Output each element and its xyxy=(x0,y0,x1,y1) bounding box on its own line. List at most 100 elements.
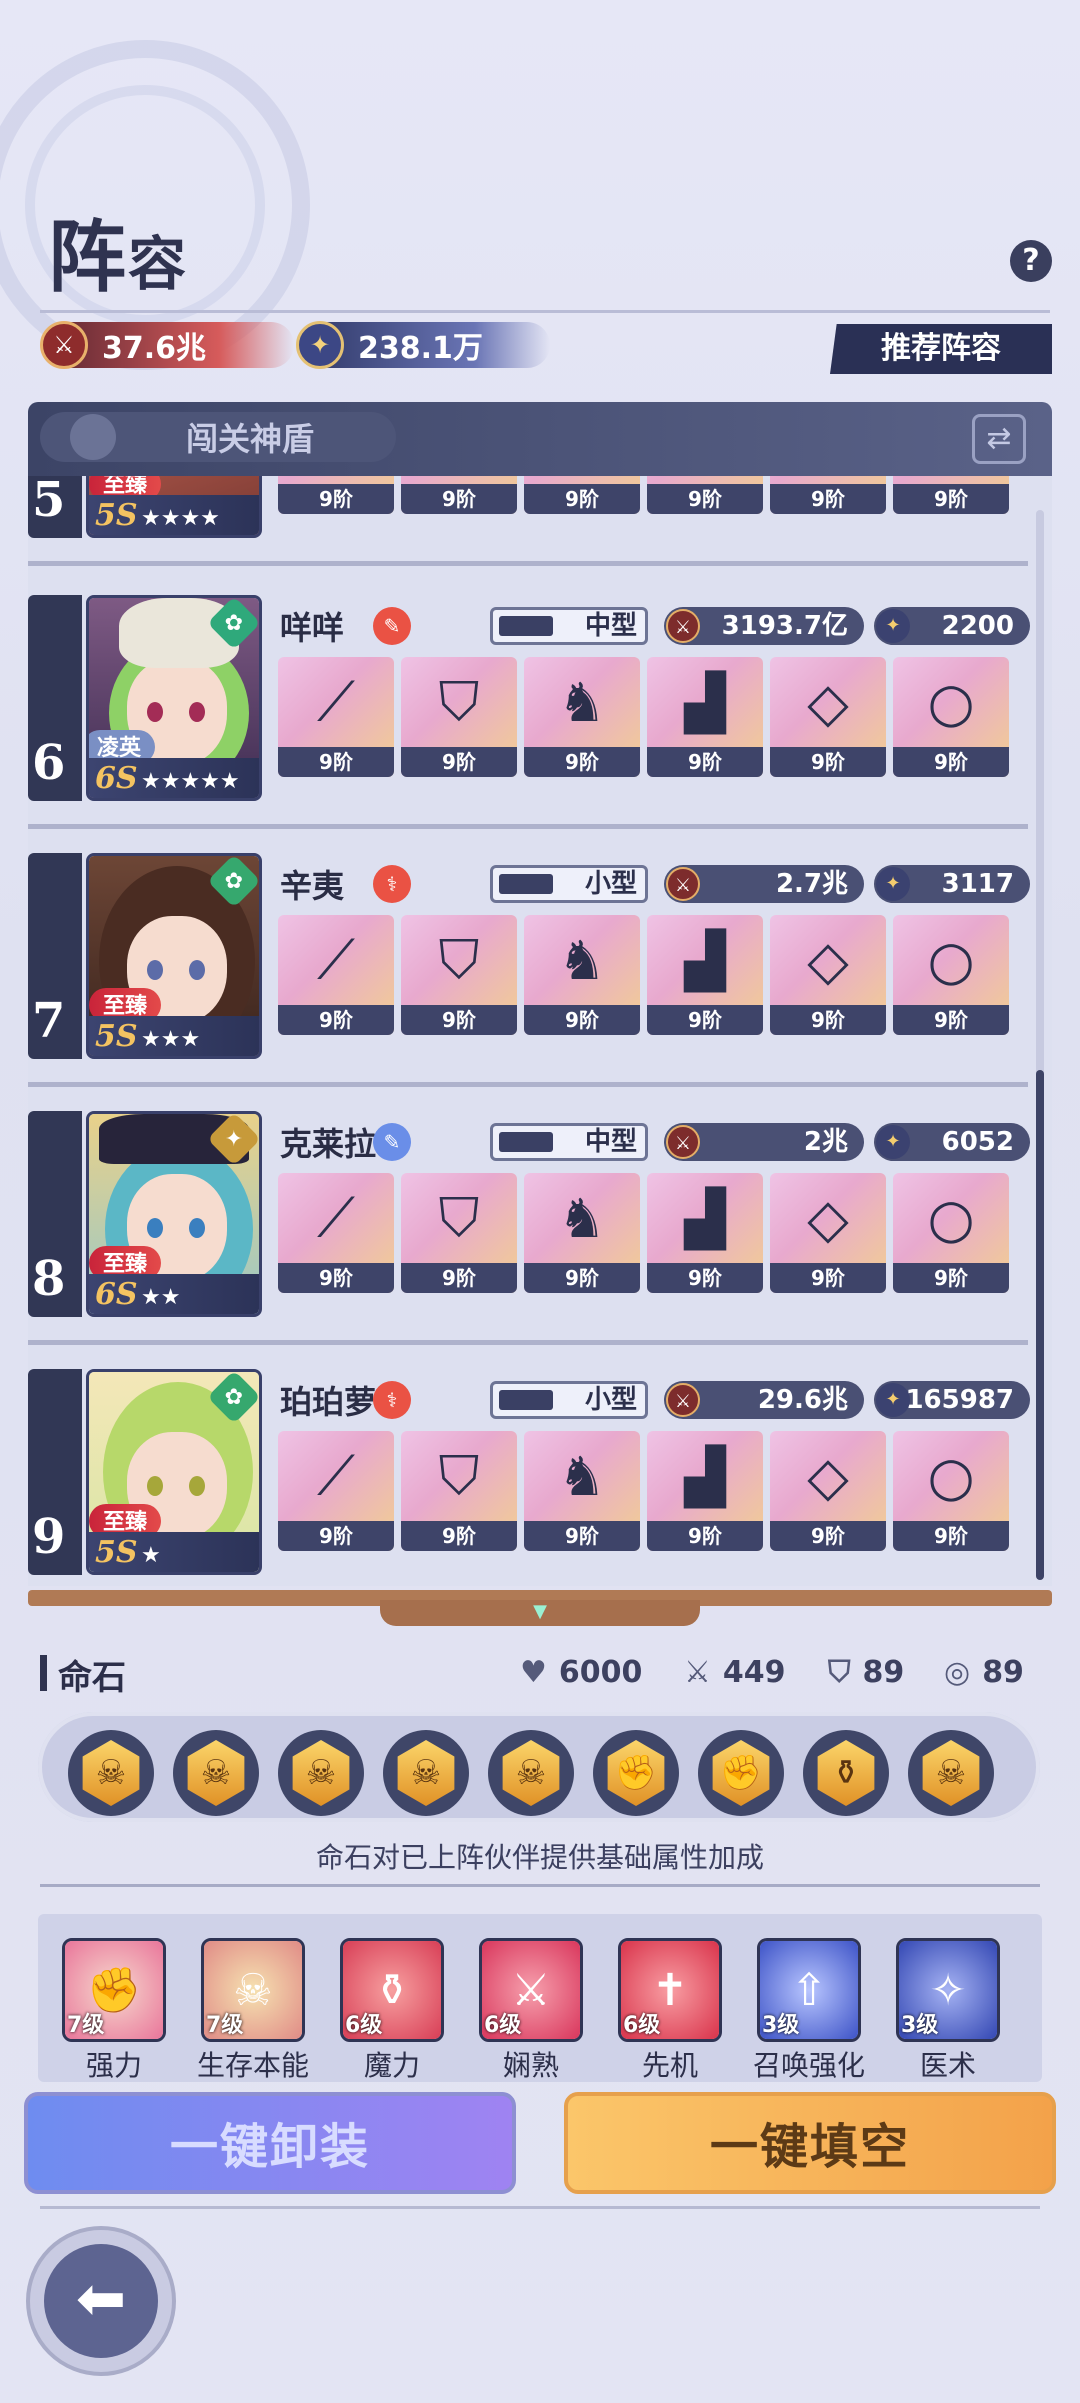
size-indicator: 中型 xyxy=(490,607,648,645)
stone-slot[interactable]: ☠ xyxy=(908,1730,994,1816)
skill-label: 先机 xyxy=(641,2049,698,2082)
stone-slot[interactable]: ⚱ xyxy=(803,1730,889,1816)
stone-slot[interactable]: ☠ xyxy=(278,1730,364,1816)
recommend-lineup-button[interactable]: 推荐阵容 xyxy=(830,324,1052,374)
skill-strength[interactable]: ✊ 7级 xyxy=(62,1938,166,2042)
hero-row[interactable]: 5 至臻 5S ★★★★ ⟋9阶 ⛉9阶 ♞9阶 ▟9阶 ◇9阶 ○9阶 xyxy=(28,476,1038,566)
slot-number-tab: 9 xyxy=(28,1369,82,1575)
header-divider xyxy=(40,310,1050,313)
hero-row[interactable]: 6 ✿ 凌英 6S ★★★★★ 咩咩 ✎ 中型 ⚔ 3193.7亿 ✦ 2200 ⟋… xyxy=(28,571,1038,829)
gear-slot[interactable]: ◇9阶 xyxy=(770,915,886,1035)
skill-panel: ✊ 7级 强力 ☠ 7级 生存本能 ⚱ 6级 魔力 ⚔ 6级 娴熟 ✝ 6级 先机 ⇧ 3级… xyxy=(38,1914,1042,2082)
gear-slot[interactable]: ⟋9阶 xyxy=(278,657,394,777)
gear-slot[interactable]: ⛉9阶 xyxy=(401,1431,517,1551)
skill-magic[interactable]: ⚱ 6级 xyxy=(340,1938,444,2042)
gear-slot[interactable]: ⛉9阶 xyxy=(401,657,517,777)
skill-summon[interactable]: ⇧ 3级 xyxy=(757,1938,861,2042)
skill-survival[interactable]: ☠ 7级 xyxy=(201,1938,305,2042)
gear-slot[interactable]: ○9阶 xyxy=(893,657,1009,777)
skill-label: 强力 xyxy=(85,2049,142,2082)
gear-slot[interactable]: ⟋9阶 xyxy=(278,1431,394,1551)
hero-gold: ✦ 2200 xyxy=(874,607,1030,645)
gear-slot[interactable]: ○9阶 xyxy=(893,915,1009,1035)
class-icon: ✎ xyxy=(373,1123,411,1161)
gear-slot[interactable]: ▟9阶 xyxy=(647,476,763,514)
size-indicator: 中型 xyxy=(490,1123,648,1161)
back-button[interactable]: ⬅ xyxy=(26,2226,176,2376)
gear-slot[interactable]: ♞9阶 xyxy=(524,657,640,777)
stone-slot[interactable]: ☠ xyxy=(68,1730,154,1816)
gear-slot[interactable]: ◇9阶 xyxy=(770,476,886,514)
sword-icon: ⚔ xyxy=(684,1655,711,1690)
gear-slot[interactable]: ○9阶 xyxy=(893,1431,1009,1551)
skull-stone-icon: ☠ xyxy=(397,1740,455,1806)
gear-slot[interactable]: ○9阶 xyxy=(893,1173,1009,1293)
hero-portrait[interactable]: 至臻 5S ★★★★ xyxy=(86,476,262,538)
gear-slot[interactable]: ⟋9阶 xyxy=(278,476,394,514)
gear-slot[interactable]: ♞9阶 xyxy=(524,1173,640,1293)
gear-slot[interactable]: ▟9阶 xyxy=(647,1173,763,1293)
shield-icon: ⛉ xyxy=(828,1655,851,1690)
defense-stat: ⛉ 89 xyxy=(828,1655,905,1690)
gear-slot[interactable]: ⛉9阶 xyxy=(401,476,517,514)
hero-list[interactable]: 5 至臻 5S ★★★★ ⟋9阶 ⛉9阶 ♞9阶 ▟9阶 ◇9阶 ○9阶 6 ✿… xyxy=(28,476,1052,1586)
stone-slot[interactable]: ☠ xyxy=(383,1730,469,1816)
skull-stone-icon: ☠ xyxy=(292,1740,350,1806)
stone-slot[interactable]: ✊ xyxy=(698,1730,784,1816)
gold-star-icon: ✦ xyxy=(296,321,344,369)
gear-slot[interactable]: ♞9阶 xyxy=(524,476,640,514)
gear-slot[interactable]: ▟9阶 xyxy=(647,915,763,1035)
team-selector[interactable]: 闯关神盾 xyxy=(40,412,396,462)
stones-title: 命石 xyxy=(58,1658,126,1698)
gear-slot[interactable]: ♞9阶 xyxy=(524,915,640,1035)
hero-rank: 6S xyxy=(95,1277,138,1312)
skill-medicine[interactable]: ✧ 3级 xyxy=(896,1938,1000,2042)
fist-stone-icon: ✊ xyxy=(712,1740,770,1806)
fist-stone-icon: ✊ xyxy=(607,1740,665,1806)
gear-slot[interactable]: ▟9阶 xyxy=(647,1431,763,1551)
hero-power: ⚔ 2兆 xyxy=(664,1123,864,1161)
hero-name: 辛夷 xyxy=(280,867,345,905)
help-button[interactable]: ? xyxy=(1010,240,1052,282)
skull-stone-icon: ☠ xyxy=(502,1740,560,1806)
stone-slot[interactable]: ☠ xyxy=(173,1730,259,1816)
hero-portrait[interactable]: ✿ 至臻 5S ★★★ xyxy=(86,853,262,1059)
size-indicator: 小型 xyxy=(490,865,648,903)
hero-portrait[interactable]: ✿ 凌英 6S ★★★★★ xyxy=(86,595,262,801)
gear-slot[interactable]: ▟9阶 xyxy=(647,657,763,777)
hero-stars: ★★★★★ xyxy=(141,769,240,794)
hero-portrait[interactable]: ✿ 至臻 5S ★ xyxy=(86,1369,262,1575)
skill-initiative[interactable]: ✝ 6级 xyxy=(618,1938,722,2042)
skill-proficiency[interactable]: ⚔ 6级 xyxy=(479,1938,583,2042)
gear-slot[interactable]: ◇9阶 xyxy=(770,1431,886,1551)
hero-row[interactable]: 7 ✿ 至臻 5S ★★★ 辛夷 ⚕ 小型 ⚔ 2.7兆 ✦ 3117 ⟋ 9阶 ⛉ 9… xyxy=(28,829,1038,1087)
gear-slot[interactable]: ♞9阶 xyxy=(524,1431,640,1551)
hero-name: 珀珀萝 xyxy=(280,1383,377,1421)
chevron-down-icon[interactable]: ▼ xyxy=(520,1603,560,1621)
skill-label: 魔力 xyxy=(363,2049,420,2082)
gear-slot[interactable]: ⛉9阶 xyxy=(401,1173,517,1293)
gear-slot[interactable]: ○9阶 xyxy=(893,476,1009,514)
gear-slot[interactable]: ⛉9阶 xyxy=(401,915,517,1035)
unequip-all-button[interactable]: 一键卸装 xyxy=(24,2092,516,2194)
potion-stone-icon: ⚱ xyxy=(817,1740,875,1806)
hero-gold: ✦ 6052 xyxy=(874,1123,1030,1161)
gear-slot[interactable]: ◇9阶 xyxy=(770,657,886,777)
attack-stat: ⚔ 449 xyxy=(684,1655,786,1690)
person-icon xyxy=(70,414,116,460)
hero-rank: 6S xyxy=(95,761,138,796)
crossbones-stone-icon: ☠ xyxy=(922,1740,980,1806)
auto-fill-button[interactable]: 一键填空 xyxy=(564,2092,1056,2194)
stone-slot[interactable]: ☠ xyxy=(488,1730,574,1816)
gear-slot[interactable]: ◇9阶 xyxy=(770,1173,886,1293)
list-scrollbar[interactable] xyxy=(1036,510,1044,1580)
gear-slot[interactable]: ⟋9阶 xyxy=(278,1173,394,1293)
hero-row[interactable]: 9 ✿ 至臻 5S ★ 珀珀萝 ⚕ 小型 ⚔ 29.6兆 ✦ 165987 ⟋ 9阶 … xyxy=(28,1345,1038,1586)
hero-portrait[interactable]: ✦ 至臻 6S ★★ xyxy=(86,1111,262,1317)
divider xyxy=(40,2206,1040,2209)
resist-stat: ◎ 89 xyxy=(944,1655,1024,1690)
stone-slot[interactable]: ✊ xyxy=(593,1730,679,1816)
swap-team-icon[interactable]: ⇄ xyxy=(972,414,1026,464)
gear-slot[interactable]: ⟋9阶 xyxy=(278,915,394,1035)
hero-row[interactable]: 8 ✦ 至臻 6S ★★ 克莱拉 ✎ 中型 ⚔ 2兆 ✦ 6052 ⟋ 9阶 ⛉ 9阶 … xyxy=(28,1087,1038,1345)
